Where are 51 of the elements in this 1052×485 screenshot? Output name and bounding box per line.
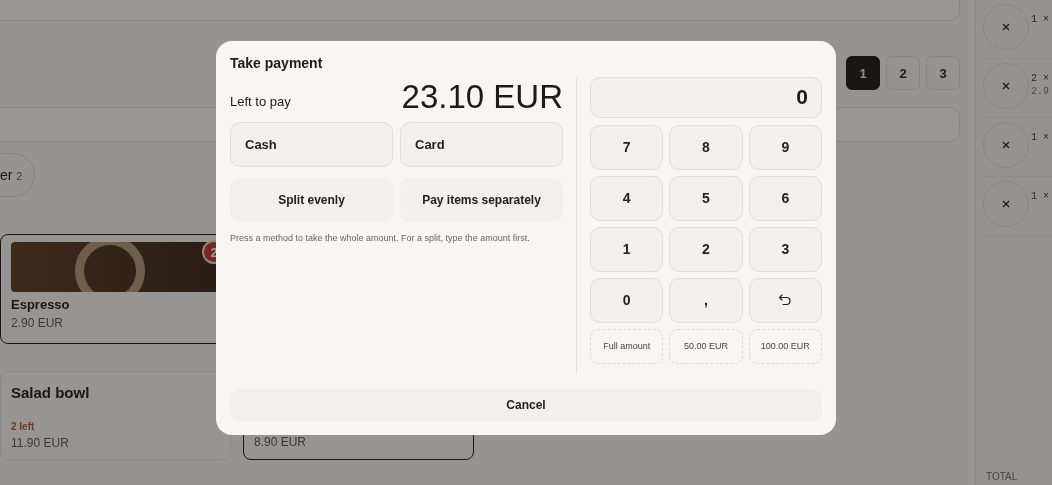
keypad-key[interactable]: 5	[669, 175, 743, 221]
keypad-key[interactable]: 6	[748, 175, 822, 221]
backspace-key[interactable]	[748, 277, 822, 323]
close-icon	[1002, 141, 1010, 149]
keypad-key[interactable]: 9	[748, 124, 822, 170]
product-card[interactable]: Salad bowl 2 left 11.90 EUR	[0, 371, 231, 460]
category-chip[interactable]: er 2	[0, 153, 36, 197]
remove-button[interactable]	[983, 181, 1029, 227]
keypad-key[interactable]: 3	[748, 226, 822, 272]
dialog-title: Take payment	[230, 55, 324, 72]
close-icon	[1002, 200, 1010, 208]
product-price: 2.90 EUR	[11, 316, 65, 330]
page-button[interactable]: 2	[886, 56, 920, 90]
line-price: 2.9	[1031, 86, 1049, 97]
page-button[interactable]: 1	[846, 56, 880, 90]
split-button[interactable]: Split evenly	[230, 177, 393, 222]
payment-method-button[interactable]: Card	[400, 121, 563, 167]
undo-arrow-icon	[778, 293, 793, 308]
stock-label: 2 left	[11, 421, 36, 432]
amount-due: 23.10 EUR	[401, 77, 563, 116]
hint-text: Press a method to take the whole amount. For a split, type the amount first.	[230, 232, 531, 243]
page-button[interactable]: 3	[926, 56, 960, 90]
payment-method-button[interactable]: Cash	[230, 121, 393, 167]
remove-button[interactable]	[983, 122, 1029, 168]
total-label: TOTAL	[985, 471, 1019, 484]
keypad-key[interactable]: 7	[590, 124, 664, 170]
product-price: 8.90 EUR	[254, 435, 308, 449]
line-quantity: 1 ×	[1031, 191, 1049, 202]
split-button[interactable]: Pay items separately	[400, 177, 563, 222]
product-name: Espresso	[11, 297, 71, 312]
keypad-key[interactable]: ,	[669, 277, 743, 323]
keypad-key[interactable]: 0	[590, 277, 664, 323]
left-to-pay-label: Left to pay	[230, 94, 291, 110]
amount-display: 0	[590, 76, 822, 118]
line-quantity: 1 ×	[1031, 14, 1049, 25]
keypad-key[interactable]: 2	[669, 226, 743, 272]
close-icon	[1002, 82, 1010, 90]
quick-amount-button[interactable]: 50.00 EUR	[669, 328, 743, 364]
quick-amount-button[interactable]: 100.00 EUR	[748, 328, 822, 364]
quick-amount-button[interactable]: Full amount	[590, 328, 664, 364]
product-price: 11.90 EUR	[11, 436, 70, 450]
cancel-button[interactable]: Cancel	[230, 388, 822, 421]
keypad-key[interactable]: 1	[590, 226, 664, 272]
close-icon	[1002, 23, 1010, 31]
remove-button[interactable]	[983, 63, 1029, 109]
remove-button[interactable]	[983, 4, 1029, 50]
keypad-key[interactable]: 4	[590, 175, 664, 221]
product-name: Salad bowl	[11, 384, 91, 401]
line-quantity: 1 ×	[1031, 132, 1049, 143]
keypad-key[interactable]: 8	[669, 124, 743, 170]
line-quantity: 2 ×	[1031, 73, 1049, 84]
